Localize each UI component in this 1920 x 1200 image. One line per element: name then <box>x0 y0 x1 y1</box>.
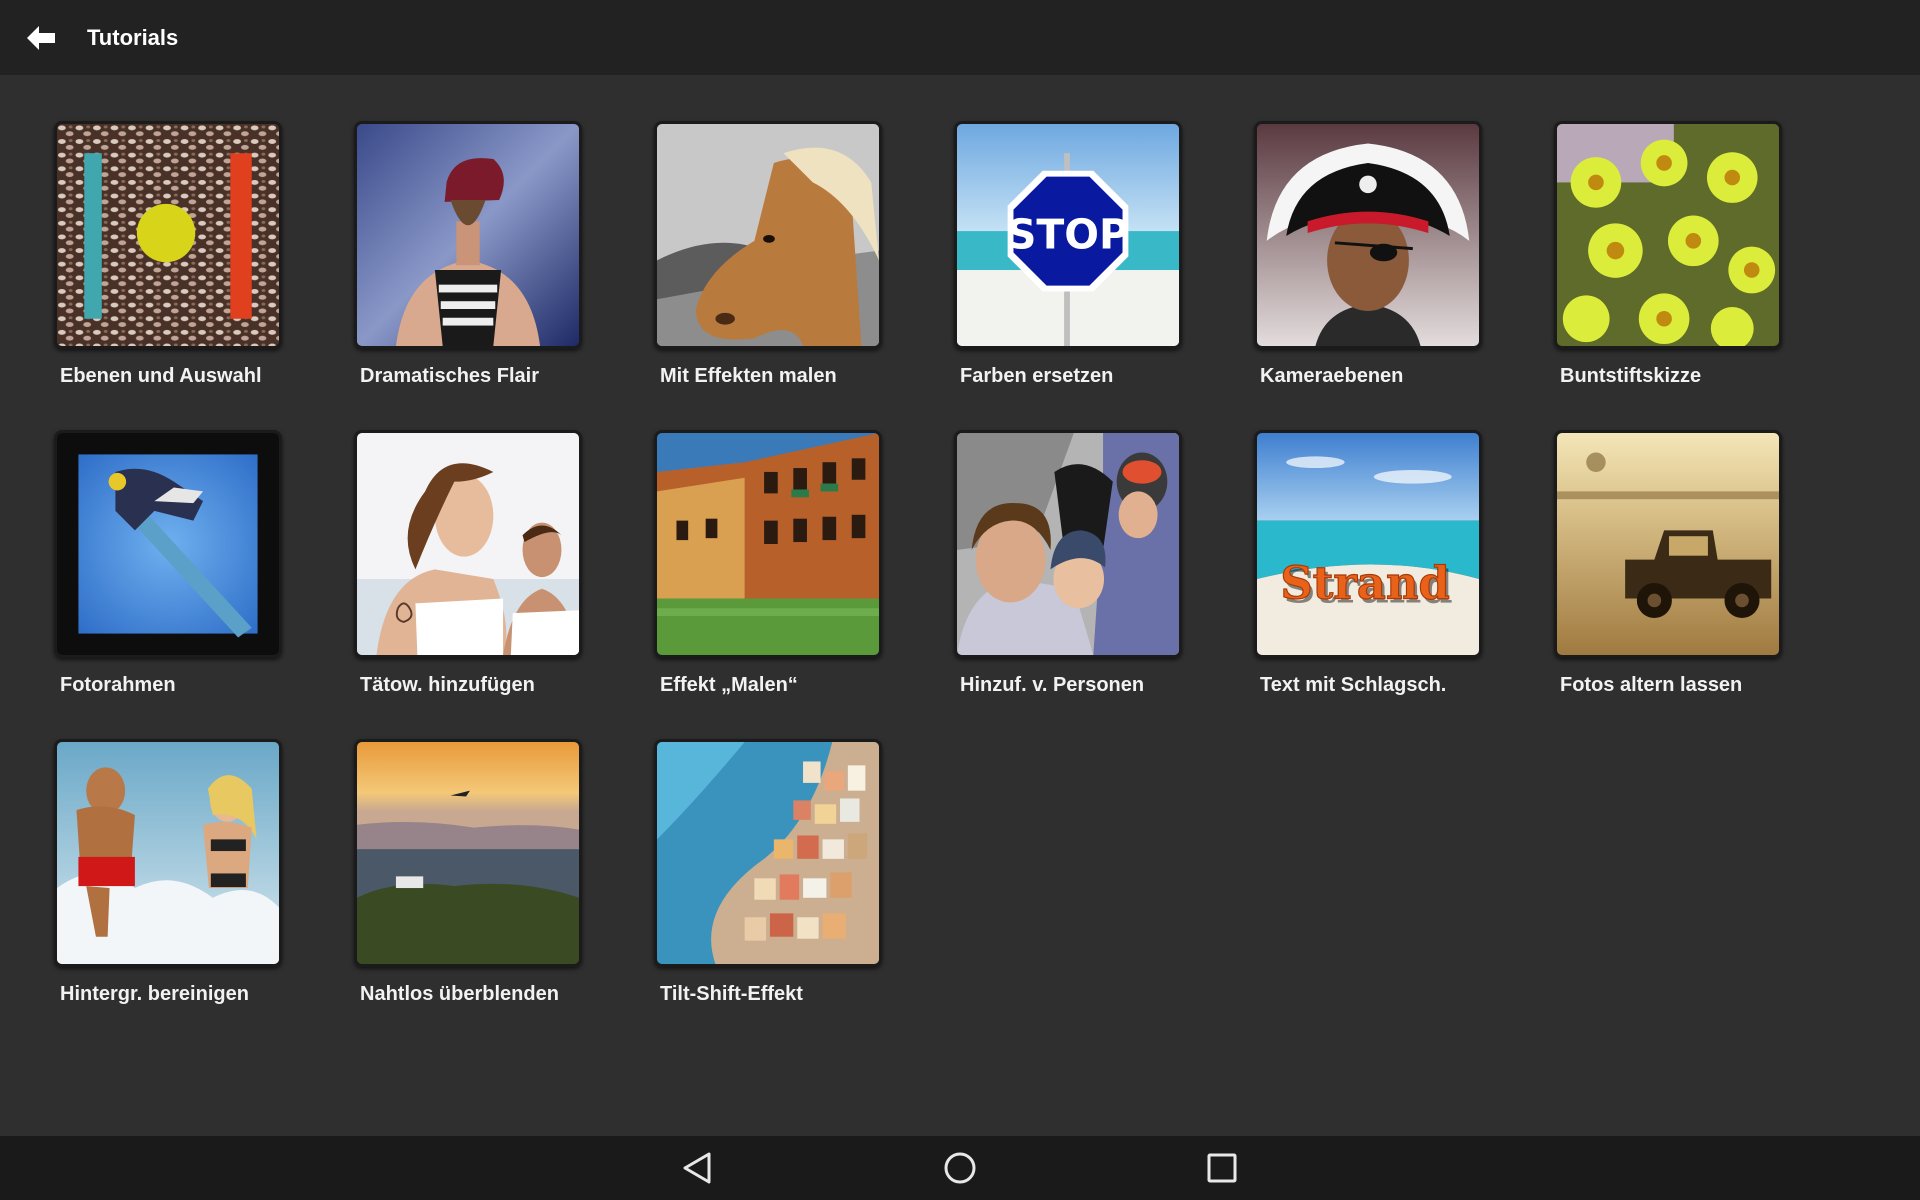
tutorial-tile[interactable]: Tätow. hinzufügen <box>354 430 582 739</box>
tutorial-tile[interactable]: Mit Effekten malen <box>654 121 882 430</box>
tutorial-thumbnail <box>54 739 282 967</box>
tutorial-thumbnail <box>1254 121 1482 349</box>
tutorial-tile[interactable]: Effekt „Malen“ <box>654 430 882 739</box>
nav-recents-button[interactable] <box>1194 1140 1250 1196</box>
tutorial-label: Fotos altern lassen <box>1560 674 1743 696</box>
back-button[interactable] <box>16 13 66 63</box>
tutorial-thumbnail: Strand Strand <box>1254 430 1482 658</box>
tutorial-thumbnail <box>354 739 582 967</box>
tutorial-thumbnail <box>54 430 282 658</box>
tutorial-label: Hintergr. bereinigen <box>60 983 249 1005</box>
tutorial-label: Text mit Schlagsch. <box>1260 674 1447 696</box>
tutorial-label: Ebenen und Auswahl <box>60 365 262 387</box>
tutorial-tile[interactable]: Hintergr. bereinigen <box>54 739 282 1048</box>
nav-recents-square-icon <box>1207 1153 1237 1183</box>
tutorial-tile[interactable]: Fotos altern lassen <box>1554 430 1782 739</box>
tutorial-label: Effekt „Malen“ <box>660 674 798 696</box>
page-title: Tutorials <box>87 24 179 50</box>
tutorial-tile[interactable]: Buntstiftskizze <box>1554 121 1782 430</box>
tutorial-tile[interactable]: Hinzuf. v. Personen <box>954 430 1182 739</box>
stop-sign-text: STOP <box>1007 211 1129 259</box>
system-navigation-bar <box>0 1136 1920 1200</box>
tutorial-tile[interactable]: Kameraebenen <box>1254 121 1482 430</box>
tutorial-label: Mit Effekten malen <box>660 365 837 387</box>
top-app-bar: Tutorials <box>0 0 1920 75</box>
tutorial-grid: Ebenen und Auswahl Dramatisches Flair Mi… <box>54 121 1782 1048</box>
tutorial-label: Kameraebenen <box>1260 365 1404 387</box>
tutorial-thumbnail <box>654 121 882 349</box>
back-arrow-icon <box>27 25 55 50</box>
tutorial-thumbnail: STOP <box>954 121 1182 349</box>
strand-text: Strand <box>1280 557 1449 610</box>
tutorial-tile[interactable]: Fotorahmen <box>54 430 282 739</box>
tutorial-thumbnail <box>654 430 882 658</box>
tutorial-label: Farben ersetzen <box>960 365 1114 387</box>
tutorial-label: Tilt-Shift-Effekt <box>660 983 803 1005</box>
tutorial-label: Nahtlos überblenden <box>360 983 559 1005</box>
tutorial-label: Tätow. hinzufügen <box>360 674 535 696</box>
tutorial-thumbnail <box>654 739 882 967</box>
tutorial-label: Buntstiftskizze <box>1560 365 1702 387</box>
tutorial-thumbnail <box>954 430 1182 658</box>
content-bottom-strip <box>0 1120 1920 1136</box>
tutorial-thumbnail <box>1554 430 1782 658</box>
tutorial-label: Fotorahmen <box>60 674 176 696</box>
tutorial-tile[interactable]: Tilt-Shift-Effekt <box>654 739 882 1048</box>
tutorial-thumbnail <box>354 430 582 658</box>
nav-back-triangle-icon <box>683 1152 711 1184</box>
tutorial-label: Dramatisches Flair <box>360 365 539 387</box>
tutorial-tile[interactable]: STOP Farben ersetzen <box>954 121 1182 430</box>
tutorial-thumbnail <box>354 121 582 349</box>
tutorial-label: Hinzuf. v. Personen <box>960 674 1145 696</box>
tutorial-thumbnail <box>54 121 282 349</box>
tutorial-tile[interactable]: Dramatisches Flair <box>354 121 582 430</box>
tutorial-tile[interactable]: Strand Strand Text mit Schlagsch. <box>1254 430 1482 739</box>
nav-home-button[interactable] <box>932 1140 988 1196</box>
tutorial-tile[interactable]: Nahtlos überblenden <box>354 739 582 1048</box>
tutorials-screen: Tutorials Ebenen und Auswahl Dramatische… <box>0 0 1920 1200</box>
nav-home-circle-icon <box>944 1152 976 1184</box>
tutorial-tile[interactable]: Ebenen und Auswahl <box>54 121 282 430</box>
nav-back-button[interactable] <box>669 1140 725 1196</box>
tutorial-thumbnail <box>1554 121 1782 349</box>
tutorial-grid-area: Ebenen und Auswahl Dramatisches Flair Mi… <box>0 75 1920 1120</box>
